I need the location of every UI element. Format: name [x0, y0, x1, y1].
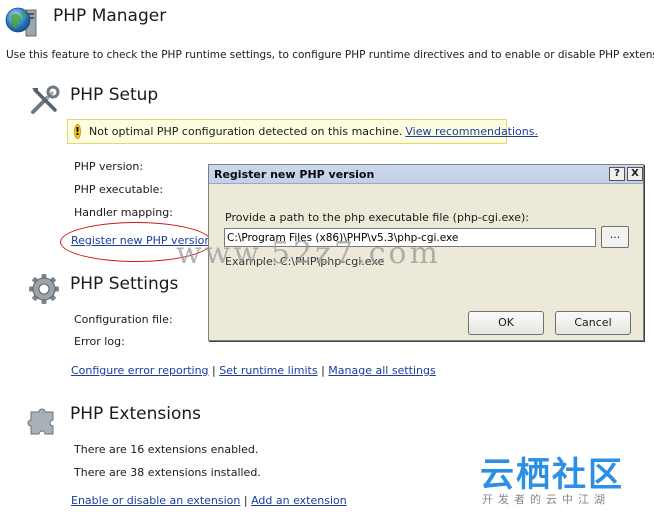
warning-text: Not optimal PHP configuration detected o… — [89, 125, 403, 138]
dialog-title-bar[interactable]: Register new PHP version — [209, 165, 643, 184]
path-prompt-label: Provide a path to the php executable fil… — [225, 211, 529, 224]
set-runtime-limits-link[interactable]: Set runtime limits — [219, 364, 317, 377]
page-title: PHP Manager — [53, 6, 167, 26]
gear-icon — [29, 274, 59, 304]
link-separator: | — [243, 494, 248, 507]
enable-disable-extension-link[interactable]: Enable or disable an extension — [71, 494, 240, 507]
setup-section-title: PHP Setup — [70, 85, 159, 105]
configure-error-reporting-link[interactable]: Configure error reporting — [71, 364, 209, 377]
globe-icon — [5, 7, 37, 37]
add-extension-link[interactable]: Add an extension — [251, 494, 347, 507]
cancel-button[interactable]: Cancel — [555, 311, 631, 335]
settings-links: Configure error reporting | Set runtime … — [71, 364, 436, 377]
extensions-links: Enable or disable an extension | Add an … — [71, 494, 347, 507]
ok-button[interactable]: OK — [468, 311, 544, 335]
extensions-enabled-text: There are 16 extensions enabled. — [74, 443, 259, 456]
manage-all-settings-link[interactable]: Manage all settings — [328, 364, 435, 377]
handler-mapping-label: Handler mapping: — [74, 206, 173, 219]
url-watermark: www.52z7.com — [176, 236, 441, 271]
tools-icon — [31, 85, 60, 114]
php-version-label: PHP version: — [74, 160, 144, 173]
error-log-label: Error log: — [74, 335, 125, 348]
configuration-file-label: Configuration file: — [74, 313, 173, 326]
link-separator: | — [212, 364, 216, 377]
extensions-section-title: PHP Extensions — [70, 404, 202, 424]
dialog-title: Register new PHP version — [214, 168, 375, 181]
link-separator: | — [321, 364, 325, 377]
brand-tagline: 开发者的云中江湖 — [482, 493, 610, 506]
close-button[interactable]: X — [627, 167, 643, 181]
help-button[interactable]: ? — [609, 167, 625, 181]
php-executable-label: PHP executable: — [74, 183, 164, 196]
puzzle-icon — [27, 408, 54, 435]
browse-button[interactable]: ... — [601, 226, 629, 248]
page-description: Use this feature to check the PHP runtim… — [6, 49, 654, 61]
view-recommendations-link[interactable]: View recommendations. — [405, 125, 538, 138]
warning-bar: ! Not optimal PHP configuration detected… — [67, 119, 538, 144]
warning-icon: ! — [74, 124, 82, 139]
extensions-installed-text: There are 38 extensions installed. — [74, 466, 261, 479]
brand-watermark: 云栖社区 — [480, 455, 624, 495]
settings-section-title: PHP Settings — [70, 274, 179, 294]
